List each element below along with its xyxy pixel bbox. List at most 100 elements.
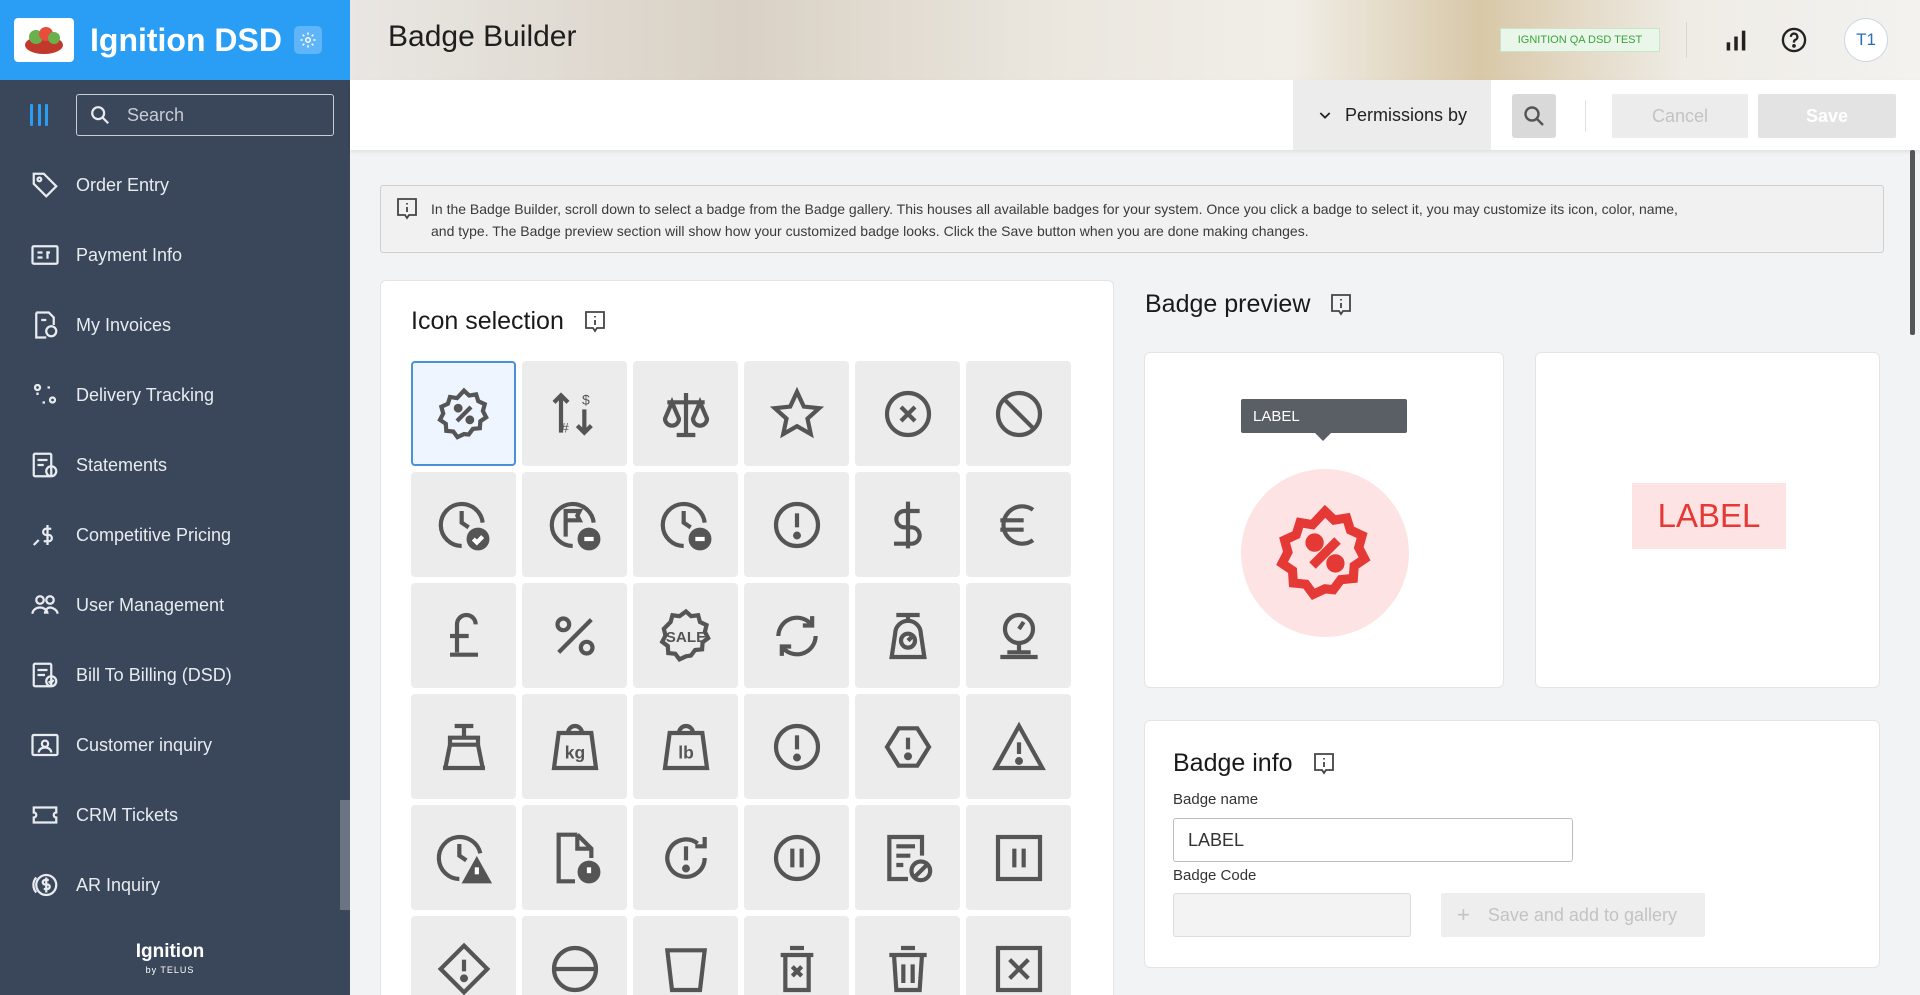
sidebar-item-label: AR Inquiry [76, 874, 161, 895]
icon-option-sort-price[interactable]: $ # [522, 361, 627, 466]
tag-icon [32, 172, 58, 198]
pause-circle-icon [773, 834, 820, 881]
icon-option-scale-balance[interactable] [633, 361, 738, 466]
icon-option-alert-circle[interactable] [744, 472, 849, 577]
sidebar-item-payment-info[interactable]: Payment Info [0, 220, 350, 290]
icon-option-ban[interactable] [966, 361, 1071, 466]
badge-preview-heading: Badge preview [1145, 290, 1354, 319]
info-tip-icon[interactable] [582, 309, 608, 335]
icon-option-sale[interactable]: SALE [633, 583, 738, 688]
svg-text:#: # [561, 419, 569, 435]
badge-preview-label-card: LABEL [1535, 352, 1880, 688]
euro-icon [999, 503, 1034, 546]
icon-option-circle-x[interactable] [855, 361, 960, 466]
brand-bar: Ignition DSD [0, 0, 350, 80]
badge-code-input[interactable] [1173, 893, 1411, 937]
icon-option-kitchen-scale[interactable] [855, 583, 960, 688]
app-logo [14, 18, 74, 62]
flag-minus-icon [549, 501, 600, 550]
percent-badge-icon [436, 387, 489, 440]
icon-option-lb-weight[interactable]: lb [633, 694, 738, 799]
menu-toggle-icon[interactable] [30, 104, 48, 126]
icon-option-trash[interactable] [855, 916, 960, 995]
close-box-icon [995, 945, 1042, 992]
sidebar-item-user-management[interactable]: User Management [0, 570, 350, 640]
clock-alert-icon [436, 834, 492, 883]
icon-option-diamond-alert[interactable] [411, 916, 516, 995]
icon-option-clock-alert[interactable] [411, 805, 516, 910]
icon-option-history-alert[interactable] [633, 805, 738, 910]
main-scrollbar[interactable] [1910, 150, 1915, 335]
save-button[interactable]: Save [1758, 94, 1896, 138]
icon-option-balance-scale[interactable] [966, 583, 1071, 688]
sidebar-item-order-entry[interactable]: Order Entry [0, 150, 350, 220]
icon-option-edit-block[interactable] [855, 805, 960, 910]
icon-option-alert-triangle[interactable] [966, 694, 1071, 799]
icon-option-trash-x[interactable] [744, 916, 849, 995]
save-and-add-to-gallery-button[interactable]: + Save and add to gallery [1441, 893, 1705, 937]
badge-icon-preview [1241, 469, 1409, 637]
icon-option-clock-check[interactable] [411, 472, 516, 577]
icon-option-alert-circle-2[interactable] [744, 694, 849, 799]
icon-option-star[interactable] [744, 361, 849, 466]
app-settings-gear-icon[interactable] [293, 26, 322, 54]
permissions-dropdown[interactable]: Permissions by [1293, 80, 1491, 150]
icon-option-alert-octagon[interactable] [855, 694, 960, 799]
sidebar-item-statements[interactable]: Statements [0, 430, 350, 500]
star-icon [769, 386, 824, 438]
badge-preview-icon-card: LABEL [1144, 352, 1504, 688]
svg-text:$: $ [582, 391, 590, 407]
sidebar-item-my-invoices[interactable]: My Invoices [0, 290, 350, 360]
sidebar-search-placeholder: Search [127, 104, 185, 125]
toolbar-divider [1585, 100, 1586, 132]
info-tip-icon[interactable] [1328, 292, 1354, 318]
sidebar-item-bill-to-billing[interactable]: Bill To Billing (DSD) [0, 640, 350, 710]
sidebar-item-ar-inquiry[interactable]: AR Inquiry [0, 850, 350, 920]
icon-option-cup[interactable] [633, 916, 738, 995]
sidebar-scrollbar[interactable] [340, 800, 350, 910]
info-tip-icon[interactable] [1311, 751, 1337, 777]
icon-option-close-box[interactable] [966, 916, 1071, 995]
pound-icon [449, 612, 478, 657]
help-icon[interactable] [1780, 26, 1808, 54]
sidebar-item-delivery-tracking[interactable]: Delivery Tracking [0, 360, 350, 430]
users-icon [31, 595, 59, 614]
user-avatar[interactable]: T1 [1844, 18, 1888, 62]
icon-option-pause-square[interactable] [966, 805, 1071, 910]
file-alert-icon [556, 832, 600, 883]
footer-brand: Ignition [135, 941, 205, 962]
sidebar-search-input[interactable]: Search [76, 94, 334, 136]
icon-option-refresh[interactable] [744, 583, 849, 688]
icon-option-deli-scale[interactable] [411, 694, 516, 799]
sale-icon-text: SALE [665, 629, 705, 646]
icon-option-pause-circle[interactable] [744, 805, 849, 910]
icon-option-kg-weight[interactable]: kg [522, 694, 627, 799]
icon-option-minus-circle[interactable] [522, 916, 627, 995]
sidebar-item-crm-tickets[interactable]: CRM Tickets [0, 780, 350, 850]
icon-option-euro[interactable] [966, 472, 1071, 577]
diamond-alert-icon [437, 942, 490, 995]
kitchen-scale-icon [888, 612, 927, 659]
badge-tooltip: LABEL [1241, 399, 1407, 441]
sidebar-item-customer-inquiry[interactable]: Customer inquiry [0, 710, 350, 780]
icon-option-pound[interactable] [411, 583, 516, 688]
header: Badge Builder IGNITION QA DSD TEST T1 [350, 0, 1920, 80]
sidebar-item-competitive-pricing[interactable]: Competitive Pricing [0, 500, 350, 570]
cancel-button[interactable]: Cancel [1612, 94, 1748, 138]
sidebar-item-label: User Management [76, 594, 225, 615]
icon-option-file-alert[interactable] [522, 805, 627, 910]
icon-option-dollar[interactable] [855, 472, 960, 577]
icon-option-percent-badge[interactable] [411, 361, 516, 466]
footer-logo: Ignition by TELUS [0, 935, 340, 995]
icon-selection-title: Icon selection [411, 307, 564, 335]
reports-chart-icon[interactable] [1722, 26, 1750, 54]
icon-option-clock-minus[interactable] [633, 472, 738, 577]
toolbar-search-button[interactable] [1512, 94, 1556, 138]
ticket-icon [32, 806, 58, 824]
badge-name-input[interactable]: LABEL [1173, 818, 1573, 862]
icon-option-flag-minus[interactable] [522, 472, 627, 577]
refresh-icon [775, 615, 818, 656]
icon-option-percent[interactable] [522, 583, 627, 688]
action-toolbar: Permissions by Cancel Save [350, 80, 1920, 150]
cup-icon [664, 947, 707, 992]
